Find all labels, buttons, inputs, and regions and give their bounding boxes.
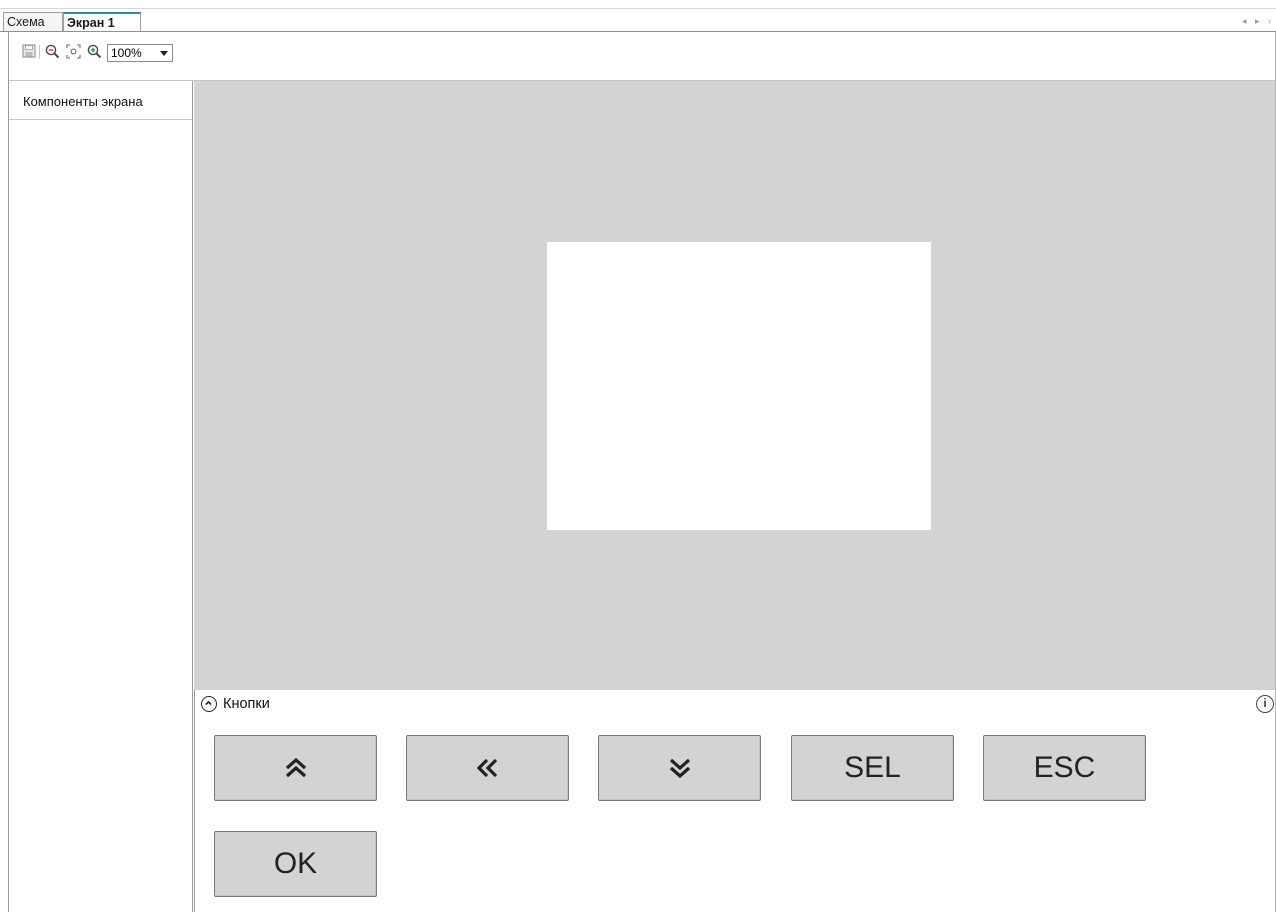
double-chevron-left-icon [476, 758, 497, 778]
fit-icon[interactable] [65, 43, 81, 59]
save-icon[interactable] [21, 43, 37, 59]
zoom-value: 100% [111, 46, 142, 60]
sel-button[interactable]: SEL [791, 735, 954, 801]
tab-scroll-arrows[interactable]: ◂ ▸ › [1242, 12, 1274, 30]
ok-button[interactable]: OK [214, 831, 377, 897]
tab-strip-bottom-border [0, 31, 1276, 32]
down-button[interactable] [598, 735, 761, 801]
back-button[interactable] [406, 735, 569, 801]
chevron-down-icon [160, 51, 168, 56]
screen-components-panel: Компоненты экрана [9, 81, 193, 912]
tab-strip: Схема Экран 1 ◂ ▸ › [0, 0, 1276, 33]
esc-button-label: ESC [1033, 751, 1096, 784]
double-chevron-up-icon [285, 757, 306, 778]
esc-button[interactable]: ESC [983, 735, 1146, 801]
double-chevron-down-icon [669, 758, 690, 779]
info-icon[interactable]: i [1256, 695, 1274, 713]
sel-button-label: SEL [844, 751, 901, 784]
tab-scheme[interactable]: Схема [3, 12, 63, 32]
screen-components-header: Компоненты экрана [9, 81, 192, 120]
toolbar: 100% [9, 33, 1275, 81]
buttons-panel-title: Кнопки [223, 696, 270, 712]
up-button[interactable] [214, 735, 377, 801]
design-canvas[interactable] [194, 81, 1275, 690]
toolbar-separator [39, 45, 40, 59]
tab-strip-top-divider [0, 8, 1276, 9]
zoom-in-icon[interactable] [86, 43, 102, 59]
tab-screen-1[interactable]: Экран 1 [63, 12, 141, 32]
collapse-toggle-icon[interactable] [201, 696, 217, 712]
zoom-out-icon[interactable] [44, 43, 60, 59]
zoom-select[interactable]: 100% [107, 44, 173, 62]
ok-button-label: OK [273, 847, 318, 880]
screen-display-area[interactable] [547, 242, 931, 530]
buttons-panel: Кнопки i SEL ESC OK [194, 690, 1275, 912]
